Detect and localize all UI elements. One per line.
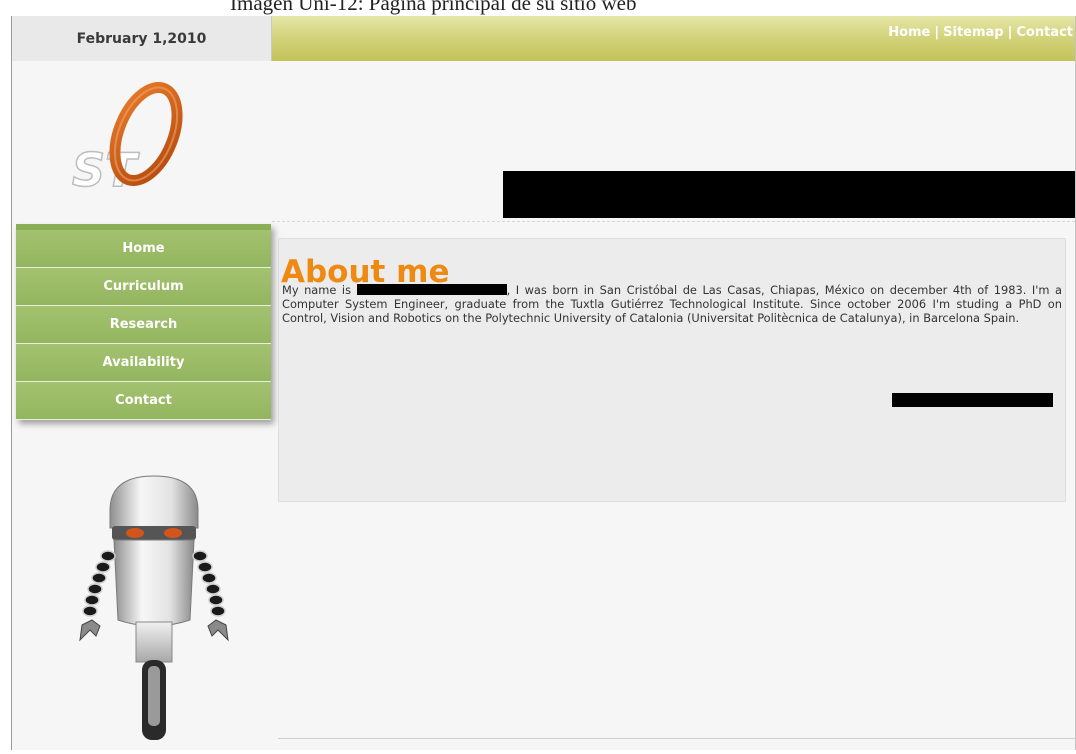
redacted-header-block [503, 171, 1075, 218]
top-link-sitemap[interactable]: Sitemap [943, 25, 1003, 40]
redacted-signature-block [892, 393, 1053, 407]
top-link-separator: | [1007, 25, 1013, 40]
figure-caption: Imagen Uni-12: Página principal de su si… [0, 0, 1076, 16]
robot-mascot-icon [72, 470, 262, 750]
figure-caption-text: Imagen Uni-12: Página principal de su si… [230, 0, 637, 15]
menu-item-home[interactable]: Home [16, 230, 271, 268]
top-bar: Home | Sitemap | Contact [272, 16, 1075, 61]
top-link-contact[interactable]: Contact [1016, 25, 1073, 40]
about-paragraph: My name is , I was born in San Cristóbal… [282, 283, 1062, 325]
about-intro: My name is [282, 283, 352, 297]
menu-item-availability[interactable]: Availability [16, 344, 271, 382]
menu-item-research[interactable]: Research [16, 306, 271, 344]
date-display: February 1,2010 [12, 16, 272, 61]
top-link-home[interactable]: Home [888, 25, 930, 40]
header-divider [272, 221, 1075, 222]
side-menu: Home Curriculum Research Availability Co… [16, 224, 271, 420]
top-link-separator: | [934, 25, 940, 40]
site-logo[interactable]: ST [68, 81, 208, 198]
menu-item-curriculum[interactable]: Curriculum [16, 268, 271, 306]
ring-o-logo-icon: ST [71, 81, 183, 198]
footer-divider [278, 738, 1075, 739]
top-links: Home | Sitemap | Contact [888, 25, 1073, 40]
redacted-name [356, 284, 507, 295]
browser-page: February 1,2010 Home | Sitemap | Contact ST … [11, 16, 1076, 750]
menu-item-contact[interactable]: Contact [16, 382, 271, 420]
